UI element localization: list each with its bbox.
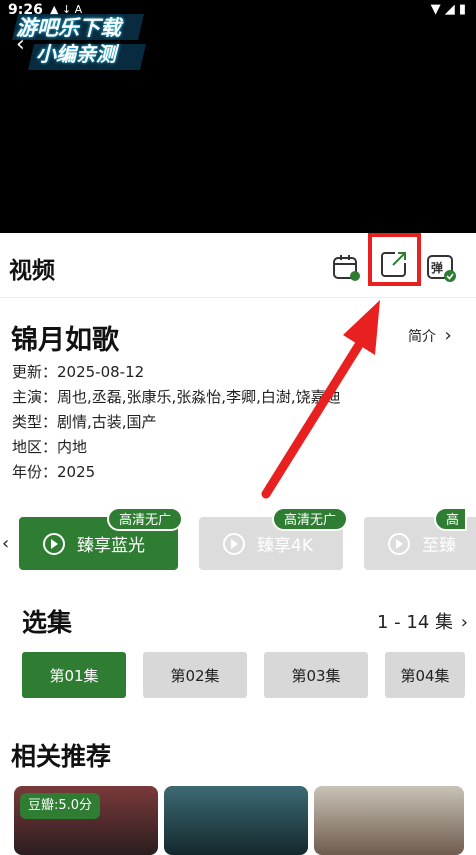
- source-badge: 高: [434, 507, 468, 531]
- recommend-poster[interactable]: [314, 786, 464, 855]
- source-label: 臻享4K: [257, 536, 313, 556]
- drama-title: 锦月如歌: [11, 325, 119, 356]
- meta-year: 年份：2025: [12, 463, 96, 481]
- back-chevron-icon[interactable]: ‹: [16, 34, 25, 56]
- episode-button[interactable]: 第01集: [22, 652, 126, 698]
- chevron-right-icon: ›: [444, 325, 452, 346]
- episode-range-label: 1 - 14 集: [377, 612, 454, 633]
- scroll-left-icon[interactable]: ‹: [2, 533, 9, 554]
- source-badge: 高清无广: [272, 507, 349, 531]
- episode-button[interactable]: 第02集: [143, 652, 247, 698]
- episode-button[interactable]: 第03集: [264, 652, 368, 698]
- recommend-poster[interactable]: [164, 786, 308, 855]
- highlight-box: [368, 233, 421, 286]
- meta-cast: 主演：周也,丞磊,张康乐,张淼怡,李卿,白澍,饶嘉迪: [12, 388, 341, 406]
- rating-badge: 豆瓣:5.0分: [20, 793, 101, 819]
- page-title: 视频: [9, 258, 55, 284]
- meta-region: 地区：内地: [12, 438, 88, 456]
- recommend-title: 相关推荐: [11, 742, 112, 771]
- episode-button[interactable]: 第04集: [385, 652, 465, 698]
- meta-genre: 类型：剧情,古装,国产: [12, 413, 157, 431]
- source-label: 至臻: [422, 536, 456, 556]
- chevron-right-icon: ›: [460, 612, 468, 633]
- danmaku-icon[interactable]: 弹: [426, 252, 456, 282]
- calendar-tv-icon[interactable]: [331, 252, 361, 282]
- intro-label: 简介: [408, 329, 436, 345]
- play-circle-icon: [223, 532, 245, 555]
- source-label: 臻享蓝光: [77, 536, 145, 556]
- svg-text:弹: 弹: [431, 260, 443, 275]
- source-badge: 高清无广: [107, 507, 184, 531]
- play-circle-icon: [388, 532, 410, 555]
- meta-updated: 更新：2025-08-12: [12, 363, 145, 381]
- play-circle-icon: [43, 532, 65, 555]
- episode-range[interactable]: 1 - 14 集 ›: [377, 608, 468, 634]
- episodes-title: 选集: [22, 608, 73, 637]
- intro-link[interactable]: 简介 ›: [408, 325, 452, 346]
- watermark-line2: 小编亲测: [36, 42, 116, 66]
- status-wifi-battery-icons: ▼ ◢ ▮: [430, 2, 466, 17]
